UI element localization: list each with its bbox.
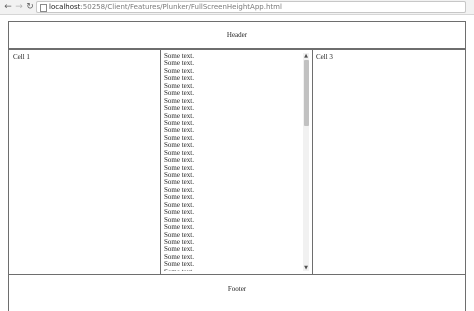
scrollbar-thumb[interactable] (303, 60, 309, 126)
footer-label: Footer (227, 285, 247, 293)
cell-3-label: Cell 3 (316, 53, 333, 61)
forward-arrow-icon[interactable]: → (14, 2, 24, 12)
scroll-up-arrow-icon[interactable]: ▲ (303, 53, 309, 59)
cell-3-panel: Cell 3 (312, 49, 466, 275)
url-text[interactable]: localhost:50258/Client/Features/Plunker/… (49, 2, 282, 12)
address-bar[interactable]: localhost:50258/Client/Features/Plunker/… (36, 1, 466, 13)
cell-1-label: Cell 1 (13, 53, 30, 61)
cell-1-panel: Cell 1 (8, 49, 161, 275)
header-panel: Header (8, 21, 466, 49)
url-path: :50258/Client/Features/Plunker/FullScree… (80, 3, 282, 11)
page-icon (40, 4, 47, 12)
back-arrow-icon[interactable]: ← (3, 2, 13, 12)
scroll-container[interactable]: Some text. Some text. Some text. Some text.… (164, 53, 309, 271)
footer-panel: Footer (8, 274, 466, 311)
browser-toolbar: ← → ↻ localhost:50258/Client/Features/Pl… (0, 0, 474, 15)
cell-2-panel: Some text. Some text. Some text. Some text.… (160, 49, 313, 275)
vertical-scrollbar[interactable]: ▲ ▼ (303, 53, 309, 271)
header-label: Header (226, 31, 248, 39)
scroll-down-arrow-icon[interactable]: ▼ (303, 265, 309, 271)
url-host: localhost (49, 3, 81, 11)
list-item: Some text. (164, 268, 194, 271)
scroll-list: Some text. Some text. Some text. Some text.… (164, 53, 194, 271)
reload-icon[interactable]: ↻ (25, 2, 35, 12)
